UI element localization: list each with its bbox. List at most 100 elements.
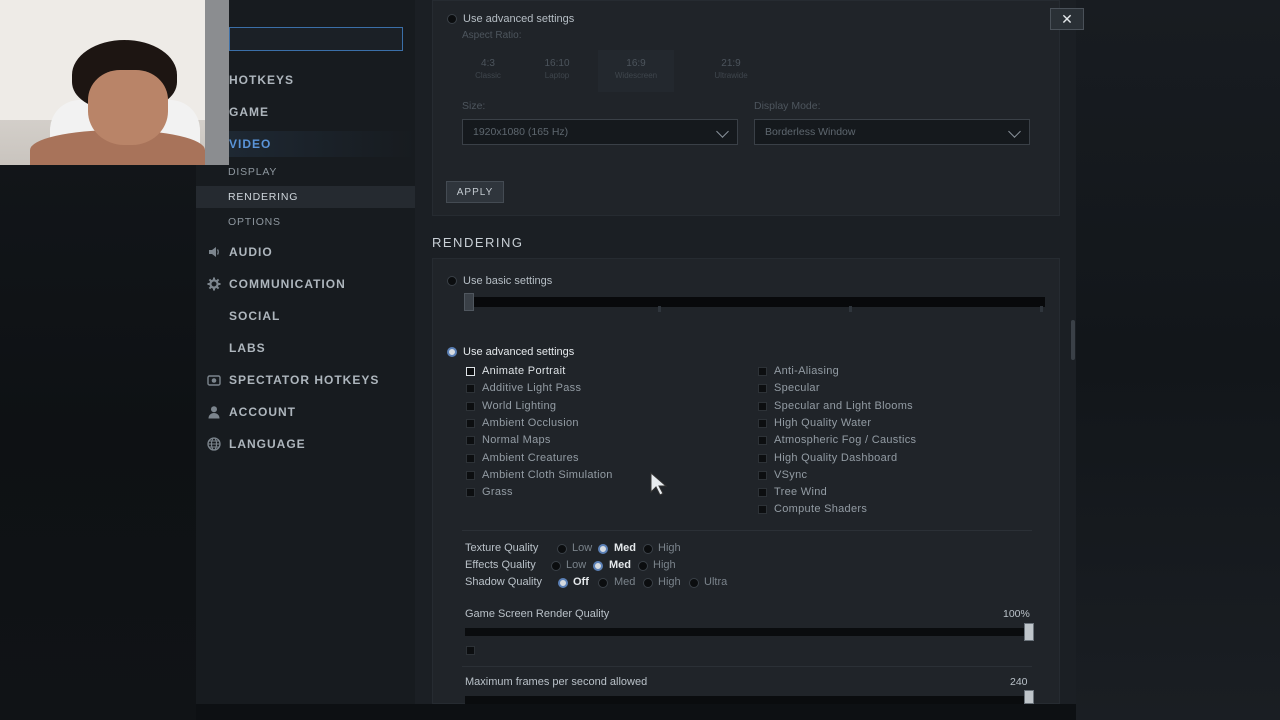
right-checkbox[interactable]	[758, 470, 767, 480]
search-box[interactable]	[229, 27, 403, 51]
shadow-high-radio[interactable]	[643, 578, 653, 588]
aspect-name: Laptop	[544, 71, 570, 80]
background-right	[1076, 0, 1280, 720]
effects-med-label: Med	[609, 559, 631, 571]
nav-label: LABS	[229, 341, 266, 355]
aspect-ratio-label: Aspect Ratio:	[462, 30, 522, 41]
nav-spectator-hotkeys[interactable]: SPECTATOR HOTKEYS	[196, 367, 415, 393]
right-checkbox-label: Specular	[774, 382, 820, 395]
texture-low-radio[interactable]	[557, 544, 567, 554]
shadow-med-radio[interactable]	[598, 578, 608, 588]
left-checkbox[interactable]	[466, 436, 475, 446]
render-quality-value: 100%	[1003, 608, 1030, 620]
right-checkbox-label: High Quality Dashboard	[774, 451, 898, 464]
content-scrollbar[interactable]	[1071, 320, 1075, 360]
nav-label: HOTKEYS	[229, 73, 295, 87]
apply-button[interactable]: APPLY	[446, 181, 504, 203]
left-checkbox-label: World Lighting	[482, 399, 557, 412]
render-quality-checkbox[interactable]	[466, 646, 475, 655]
left-checkbox-label: Ambient Creatures	[482, 451, 579, 464]
size-label: Size:	[462, 100, 486, 112]
right-checkbox[interactable]	[758, 384, 767, 394]
nav-label: LANGUAGE	[229, 437, 306, 451]
max-fps-label: Maximum frames per second allowed	[465, 676, 648, 688]
subnav-options[interactable]: OPTIONS	[196, 211, 415, 233]
render-quality-slider-thumb[interactable]	[1024, 623, 1034, 641]
rendering-section-title: RENDERING	[432, 235, 524, 250]
subnav-rendering[interactable]: RENDERING	[196, 186, 415, 208]
texture-high-label: High	[658, 542, 681, 554]
left-checkbox[interactable]	[466, 453, 475, 463]
render-quality-slider[interactable]	[465, 628, 1029, 636]
effects-med-radio[interactable]	[593, 561, 603, 571]
webcam-overlay	[0, 0, 229, 165]
basic-settings-label: Use basic settings	[463, 275, 553, 287]
size-dropdown[interactable]: 1920x1080 (165 Hz)	[462, 119, 738, 145]
basic-settings-radio[interactable]	[447, 276, 457, 286]
nav-language[interactable]: LANGUAGE	[196, 431, 415, 457]
shadow-off-label: Off	[573, 576, 589, 588]
basic-settings-slider[interactable]	[465, 297, 1045, 307]
nav-social[interactable]: SOCIAL	[196, 303, 415, 329]
right-checkbox[interactable]	[758, 436, 767, 446]
shadow-high-label: High	[658, 576, 681, 588]
texture-med-radio[interactable]	[598, 544, 608, 554]
nav-labs[interactable]: LABS	[196, 335, 415, 361]
aspect-option-16-9[interactable]: 16:9 Widescreen	[598, 50, 674, 92]
shadow-off-radio[interactable]	[558, 578, 568, 588]
nav-audio[interactable]: AUDIO	[196, 239, 415, 265]
left-checkbox[interactable]	[466, 367, 475, 376]
chevron-down-icon	[716, 125, 729, 138]
aspect-ratio: 16:10	[544, 58, 570, 69]
search-input[interactable]	[230, 28, 402, 50]
effects-quality-label: Effects Quality	[465, 559, 536, 571]
shadow-ultra-radio[interactable]	[689, 578, 699, 588]
size-value: 1920x1080 (165 Hz)	[473, 126, 569, 138]
user-icon	[206, 404, 222, 420]
right-checkbox[interactable]	[758, 488, 767, 498]
aspect-ratio: 4:3	[481, 58, 495, 69]
max-fps-slider-thumb[interactable]	[1024, 690, 1034, 704]
right-checkbox[interactable]	[758, 401, 767, 411]
slider-tick	[1040, 306, 1043, 312]
right-checkbox-label: Tree Wind	[774, 486, 828, 499]
aspect-option-16-10[interactable]: 16:10 Laptop	[519, 50, 595, 92]
left-checkbox[interactable]	[466, 488, 475, 498]
display-advanced-radio[interactable]	[447, 14, 457, 24]
nav-communication[interactable]: COMMUNICATION	[196, 271, 415, 297]
aspect-name: Widescreen	[614, 71, 658, 80]
right-checkbox[interactable]	[758, 367, 767, 376]
max-fps-slider[interactable]	[465, 696, 1029, 704]
right-checkbox-label: VSync	[774, 468, 808, 481]
advanced-settings-radio[interactable]	[447, 347, 457, 357]
close-icon: ✕	[1061, 10, 1073, 27]
divider	[462, 530, 1032, 531]
left-checkbox[interactable]	[466, 418, 475, 428]
right-checkbox[interactable]	[758, 505, 767, 515]
right-checkbox[interactable]	[758, 453, 767, 463]
subnav-label: DISPLAY	[228, 166, 278, 178]
aspect-option-4-3[interactable]: 4:3 Classic	[450, 50, 526, 92]
rendering-panel	[432, 258, 1060, 704]
chevron-down-icon	[1008, 125, 1021, 138]
right-checkbox-label: Atmospheric Fog / Caustics	[774, 434, 917, 447]
nav-label: AUDIO	[229, 245, 273, 259]
left-checkbox[interactable]	[466, 401, 475, 411]
aspect-option-21-9[interactable]: 21:9 Ultrawide	[693, 50, 769, 92]
right-checkbox[interactable]	[758, 418, 767, 428]
globe-icon	[206, 436, 222, 452]
left-checkbox[interactable]	[466, 470, 475, 480]
display-mode-label: Display Mode:	[754, 100, 821, 112]
nav-label: VIDEO	[229, 137, 272, 151]
left-checkbox[interactable]	[466, 384, 475, 394]
effects-high-radio[interactable]	[638, 561, 648, 571]
nav-label: GAME	[229, 105, 269, 119]
texture-med-label: Med	[614, 542, 636, 554]
texture-high-radio[interactable]	[643, 544, 653, 554]
basic-settings-slider-thumb[interactable]	[464, 293, 474, 311]
nav-label: COMMUNICATION	[229, 277, 346, 291]
display-mode-dropdown[interactable]: Borderless Window	[754, 119, 1030, 145]
nav-account[interactable]: ACCOUNT	[196, 399, 415, 425]
close-button[interactable]: ✕	[1050, 8, 1084, 30]
effects-low-radio[interactable]	[551, 561, 561, 571]
